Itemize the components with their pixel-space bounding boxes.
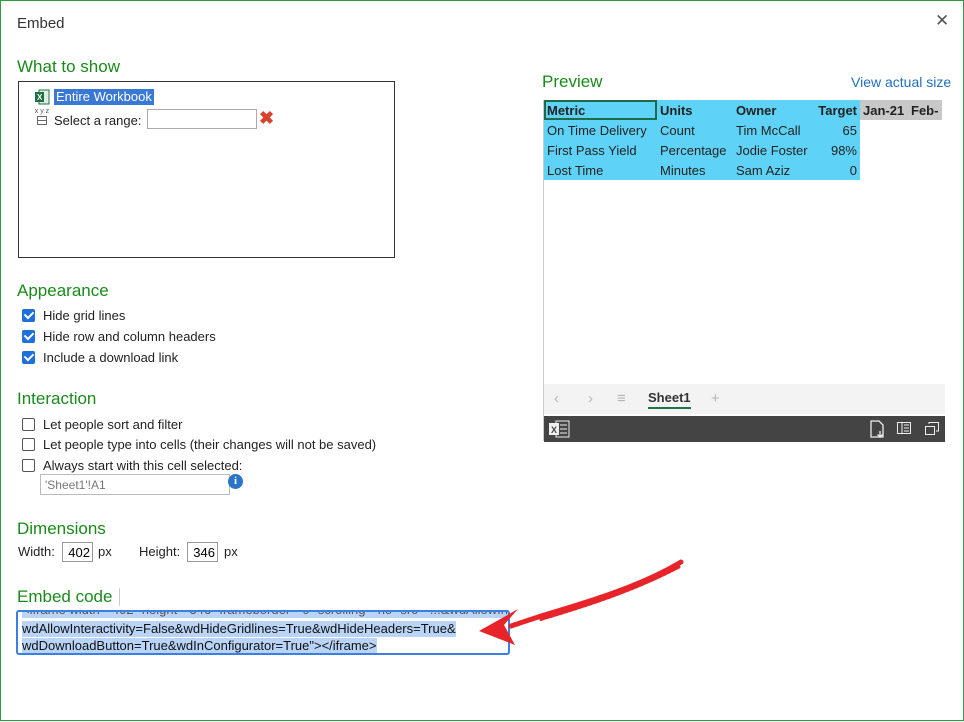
grid-cell[interactable]: Metric xyxy=(544,100,657,120)
popout-icon[interactable] xyxy=(925,422,939,435)
embed-code-textarea[interactable]: <iframe width="402" height="346" framebo… xyxy=(16,610,510,655)
grid-cell[interactable]: Owner xyxy=(733,100,814,120)
grid-cell[interactable]: Units xyxy=(657,100,733,120)
checkbox-checked-icon[interactable] xyxy=(22,330,35,343)
checkbox-label: Hide grid lines xyxy=(43,308,126,323)
grid-cell[interactable]: Jodie Foster xyxy=(733,140,814,160)
table-row: Lost Time Minutes Sam Aziz 0 xyxy=(544,160,942,180)
grid-cell[interactable]: Feb- xyxy=(908,100,942,120)
download-link-checkbox[interactable]: Include a download link xyxy=(22,350,178,365)
range-icon: x y z xyxy=(34,108,50,126)
embed-dialog: Embed ✕ What to show X Entire Workbook x… xyxy=(0,0,964,721)
preview-grid[interactable]: Metric Units Owner Target Jan-21 Feb- On… xyxy=(544,100,942,180)
width-input[interactable] xyxy=(62,542,93,562)
grid-cell[interactable] xyxy=(860,160,908,180)
width-label: Width: xyxy=(18,544,55,559)
checkbox-label: Let people sort and filter xyxy=(43,417,183,432)
checkbox-unchecked-icon[interactable] xyxy=(22,438,35,451)
dialog-title: Embed xyxy=(17,15,65,32)
appearance-heading: Appearance xyxy=(17,281,109,300)
svg-text:X: X xyxy=(551,425,557,435)
grid-cell[interactable]: Target xyxy=(814,100,860,120)
preview-pane: Metric Units Owner Target Jan-21 Feb- On… xyxy=(543,100,945,442)
checkbox-checked-icon[interactable] xyxy=(22,309,35,322)
clear-x-icon[interactable]: ✖ xyxy=(259,108,274,129)
start-cell-input[interactable] xyxy=(40,474,230,495)
grid-cell[interactable]: 98% xyxy=(814,140,860,160)
grid-cell[interactable] xyxy=(860,140,908,160)
svg-text:X: X xyxy=(37,93,43,102)
table-row: First Pass Yield Percentage Jodie Foster… xyxy=(544,140,942,160)
what-to-show-box: X Entire Workbook x y z Select a range: … xyxy=(18,81,395,258)
text-cursor xyxy=(119,588,120,606)
sheet-menu-icon[interactable]: ≡ xyxy=(617,390,626,407)
embed-code-heading: Embed code xyxy=(17,587,113,606)
checkbox-label: Always start with this cell selected: xyxy=(43,458,243,473)
sheet-tab-bar: ‹ › ≡ Sheet1 + xyxy=(544,384,945,414)
next-sheet-icon[interactable]: › xyxy=(588,390,593,407)
grid-cell[interactable]: 65 xyxy=(814,120,860,140)
checkbox-label: Let people type into cells (their change… xyxy=(43,437,377,452)
height-input[interactable] xyxy=(187,542,218,562)
excel-icon: X xyxy=(35,89,50,105)
grid-cell[interactable] xyxy=(908,140,942,160)
entire-workbook-option[interactable]: Entire Workbook xyxy=(54,89,154,105)
embed-code-line: wdDownloadButton=True&wdInConfigurator=T… xyxy=(22,638,377,653)
fullscreen-icon[interactable] xyxy=(897,422,911,434)
hide-headers-checkbox[interactable]: Hide row and column headers xyxy=(22,329,216,344)
height-unit: px xyxy=(224,544,238,559)
checkbox-label: Include a download link xyxy=(43,350,179,365)
grid-cell[interactable] xyxy=(908,120,942,140)
grid-header-row: Metric Units Owner Target Jan-21 Feb- xyxy=(544,100,942,120)
embed-code-line: <iframe width="402" height="346" framebo… xyxy=(22,612,508,618)
grid-cell[interactable]: 0 xyxy=(814,160,860,180)
grid-cell[interactable]: Tim McCall xyxy=(733,120,814,140)
info-icon[interactable]: i xyxy=(228,474,243,489)
checkbox-unchecked-icon[interactable] xyxy=(22,418,35,431)
grid-cell[interactable]: Jan-21 xyxy=(860,100,908,120)
view-actual-size-link[interactable]: View actual size xyxy=(851,74,951,90)
grid-cell[interactable]: Count xyxy=(657,120,733,140)
grid-cell[interactable]: Minutes xyxy=(657,160,733,180)
height-label: Height: xyxy=(139,544,181,559)
grid-cell[interactable]: On Time Delivery xyxy=(544,120,657,140)
checkbox-checked-icon[interactable] xyxy=(22,351,35,364)
start-cell-checkbox[interactable]: Always start with this cell selected: xyxy=(22,458,242,473)
excel-logo-icon[interactable]: X xyxy=(548,420,570,438)
embed-code-line: wdAllowInteractivity=False&wdHideGridlin… xyxy=(22,621,456,637)
width-unit: px xyxy=(98,544,112,559)
type-into-cells-checkbox[interactable]: Let people type into cells (their change… xyxy=(22,437,376,452)
grid-cell[interactable] xyxy=(860,120,908,140)
grid-cell[interactable]: Lost Time xyxy=(544,160,657,180)
grid-cell[interactable] xyxy=(908,160,942,180)
select-range-label: Select a range: xyxy=(54,113,142,128)
grid-cell[interactable]: Percentage xyxy=(657,140,733,160)
grid-cell[interactable]: Sam Aziz xyxy=(733,160,814,180)
sort-filter-checkbox[interactable]: Let people sort and filter xyxy=(22,417,182,432)
checkbox-unchecked-icon[interactable] xyxy=(22,459,35,472)
what-to-show-heading: What to show xyxy=(17,57,120,76)
prev-sheet-icon[interactable]: ‹ xyxy=(554,390,559,407)
preview-heading: Preview xyxy=(542,72,603,91)
range-input[interactable] xyxy=(147,109,257,129)
dimensions-heading: Dimensions xyxy=(17,519,106,538)
grid-cell[interactable]: First Pass Yield xyxy=(544,140,657,160)
preview-status-bar: X xyxy=(544,416,945,442)
interaction-heading: Interaction xyxy=(17,389,97,408)
download-icon[interactable] xyxy=(867,419,887,439)
add-sheet-icon[interactable]: + xyxy=(711,390,720,407)
hide-grid-lines-checkbox[interactable]: Hide grid lines xyxy=(22,308,125,323)
checkbox-label: Hide row and column headers xyxy=(43,329,216,344)
table-row: On Time Delivery Count Tim McCall 65 xyxy=(544,120,942,140)
close-icon[interactable]: ✕ xyxy=(935,11,949,31)
tab-sheet1[interactable]: Sheet1 xyxy=(648,390,691,409)
